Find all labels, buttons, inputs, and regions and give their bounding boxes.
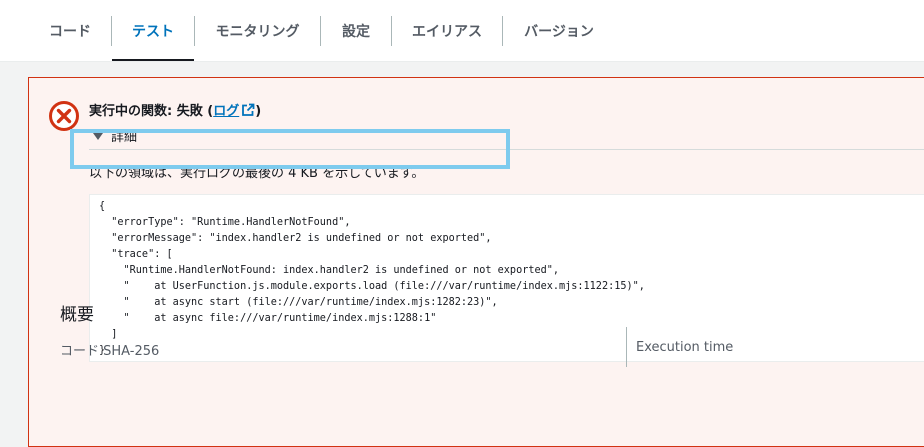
column-divider (626, 327, 627, 367)
tab-code[interactable]: コード (28, 0, 112, 62)
execution-time-label: Execution time (636, 340, 734, 355)
tab-aliases[interactable]: エイリアス (392, 0, 502, 62)
tab-monitoring[interactable]: モニタリング (195, 0, 320, 62)
tab-versions[interactable]: バージョン (503, 0, 615, 62)
log-line: "Runtime.HandlerNotFound: index.handler2… (99, 265, 560, 276)
log-link[interactable]: ログ (213, 104, 239, 119)
log-line: ] (99, 329, 118, 340)
log-output: { "errorType": "Runtime.HandlerNotFound"… (89, 194, 924, 362)
summary-heading: 概要 (60, 305, 94, 325)
tab-bar: コード テスト モニタリング 設定 エイリアス バージョン (0, 0, 924, 62)
external-link-icon[interactable] (241, 103, 255, 117)
log-line: "errorMessage": "index.handler2 is undef… (99, 233, 492, 244)
status-text: 実行中の関数: 失敗 ( (89, 104, 214, 119)
code-sha-label: コード SHA-256 (60, 344, 160, 359)
error-icon (49, 101, 79, 131)
execution-status-title: 実行中の関数: 失敗 (ログ) (89, 100, 261, 119)
log-line: " at UserFunction.js.module.exports.load… (99, 281, 645, 292)
log-line: { (99, 201, 106, 212)
log-line: "trace": [ (99, 249, 173, 260)
tab-settings[interactable]: 設定 (321, 0, 391, 62)
tab-test[interactable]: テスト (112, 0, 194, 62)
log-line: } (99, 345, 106, 356)
log-line: " at async file:///var/runtime/index.mjs… (99, 313, 437, 324)
tab-bar-border (0, 61, 924, 62)
log-line: "errorType": "Runtime.HandlerNotFound", (99, 217, 351, 228)
error-highlight-box (70, 129, 510, 169)
status-text-close: ) (255, 104, 262, 119)
log-line: " at async start (file:///var/runtime/in… (99, 297, 498, 308)
